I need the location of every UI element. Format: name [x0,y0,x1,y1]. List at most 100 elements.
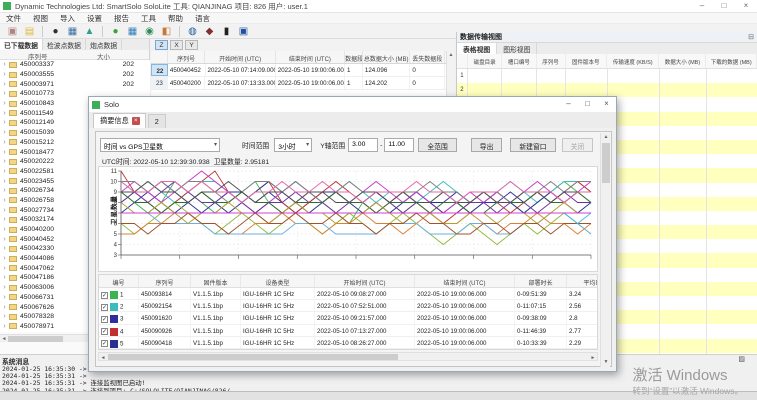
dialog-title-bar[interactable]: Solo – □ × [89,97,616,112]
expander-icon[interactable]: › [0,245,9,252]
device-row[interactable]: ✓4450090926V1.1.5.1bpIGU-16HR 1C 5Hz2022… [99,325,598,337]
time-range-select[interactable]: 3小时 [274,138,312,152]
expander-icon[interactable]: › [0,294,9,301]
y-max-input[interactable]: 11.00 [384,138,414,152]
expander-icon[interactable]: › [0,90,9,97]
hscroll-thumb[interactable] [108,354,398,360]
expander-icon[interactable]: › [0,274,9,281]
maximize-button[interactable]: □ [713,0,735,13]
device-icon[interactable]: ▣ [5,25,20,38]
menu-item-帮助[interactable]: 帮助 [162,13,189,24]
expander-icon[interactable]: › [0,207,9,214]
expander-icon[interactable]: › [0,100,9,107]
full-range-button[interactable]: 全范围 [418,138,456,152]
close-button[interactable]: × [735,0,757,13]
expander-icon[interactable]: › [0,265,9,272]
image-icon[interactable]: ◧ [159,25,174,38]
mouse-icon[interactable]: ◆ [202,25,217,38]
expander-icon[interactable]: › [0,197,9,204]
expander-icon[interactable]: › [0,236,9,243]
table-row[interactable]: 234500402002022-05-10 07:13:33.0002022-0… [151,77,455,90]
monitor-icon[interactable]: ● [108,25,123,38]
device-row[interactable]: ✓3450091620V1.1.5.1bpIGU-16HR 1C 5Hz2022… [99,312,598,324]
expander-icon[interactable]: › [0,139,9,146]
expander-icon[interactable]: › [0,149,9,156]
expander-icon[interactable]: › [0,129,9,136]
tree-item[interactable]: ›450003555202 [0,70,150,80]
menu-item-报告[interactable]: 报告 [108,13,135,24]
record-icon[interactable]: ● [48,25,63,38]
tree-item[interactable]: ›450003337202 [0,60,150,70]
transfer-row[interactable]: 1 [457,69,757,83]
expander-icon[interactable]: › [0,178,9,185]
checkbox[interactable]: ✓ [101,316,108,323]
summary-table-hscrollbar[interactable]: ◄ ► [98,352,598,361]
hscroll-left-icon[interactable]: ◄ [99,354,107,362]
dialog-minimize-button[interactable]: – [559,97,578,112]
dialog-close-button[interactable]: × [597,97,616,112]
expander-icon[interactable]: › [0,255,9,262]
info-icon[interactable]: ▣ [236,25,251,38]
tab-2[interactable]: 2 [148,114,166,128]
left-tab-检波点数据[interactable]: 检波点数据 [43,39,86,50]
expander-icon[interactable]: › [0,110,9,117]
component-tab-X[interactable]: X [170,40,183,50]
new-window-button[interactable]: 新建窗口 [510,138,555,152]
transfer-tab-图形视图[interactable]: 图形视图 [497,43,537,54]
left-tab-炮点数据[interactable]: 炮点数据 [86,39,122,50]
transfer-tab-表格视图[interactable]: 表格视图 [457,43,497,54]
phone-icon[interactable]: ▮ [219,25,234,38]
vscroll-up-icon[interactable]: ▲ [601,133,611,142]
menu-item-文件[interactable]: 文件 [0,13,27,24]
vscroll-down-icon[interactable]: ▼ [601,358,611,367]
table-row[interactable]: 224500404522022-05-10 07:14:09.0002022-0… [151,64,455,77]
vscroll-thumb[interactable] [602,143,610,183]
component-tab-Y[interactable]: Y [185,40,198,50]
menu-item-设置[interactable]: 设置 [81,13,108,24]
scroll-up-icon[interactable]: ▲ [447,51,455,59]
scroll-left-icon[interactable]: ◄ [0,335,8,343]
expander-icon[interactable]: › [0,323,9,330]
hscroll-right-icon[interactable]: ► [589,354,597,362]
expander-icon[interactable]: › [0,71,9,78]
device-row[interactable]: ✓1450093814V1.1.5.1bpIGU-16HR 1C 5Hz2022… [99,288,598,300]
expander-icon[interactable]: › [0,81,9,88]
expander-icon[interactable]: › [0,226,9,233]
left-tab-已下载数据[interactable]: 已下载数据 [0,39,43,50]
expander-icon[interactable]: › [0,304,9,311]
scroll-thumb[interactable] [8,336,63,342]
menu-item-导入[interactable]: 导入 [54,13,81,24]
export-button[interactable]: 导出 [471,138,503,152]
tab-summary-info[interactable]: 摘要信息 × [93,113,146,128]
expander-icon[interactable]: › [0,61,9,68]
tab-close-icon[interactable]: × [132,117,140,125]
expander-icon[interactable]: › [0,187,9,194]
component-tab-Z[interactable]: Z [155,40,168,50]
expander-icon[interactable]: › [0,158,9,165]
checkbox[interactable]: ✓ [101,304,108,311]
expander-icon[interactable]: › [0,216,9,223]
close-chart-button[interactable]: 关闭 [562,138,594,152]
table-icon[interactable]: ▦ [65,25,80,38]
device-row[interactable]: ✓2450092154V1.1.5.1bpIGU-16HR 1C 5Hz2022… [99,300,598,312]
y-min-input[interactable]: 3.00 [348,138,378,152]
tree-item[interactable]: ›450003971202 [0,79,150,89]
checkbox[interactable]: ✓ [101,328,108,335]
minimize-button[interactable]: – [691,0,713,13]
dialog-maximize-button[interactable]: □ [578,97,597,112]
screen-icon[interactable]: ▦ [125,25,140,38]
folder-icon[interactable]: ▤ [22,25,37,38]
network-icon[interactable]: ◍ [185,25,200,38]
dialog-vscrollbar[interactable]: ▲ ▼ [600,133,610,367]
expander-icon[interactable]: › [0,284,9,291]
menu-item-视图[interactable]: 视图 [27,13,54,24]
menu-item-语言[interactable]: 语言 [189,13,216,24]
row-number[interactable]: 23 [151,77,168,89]
expander-icon[interactable]: › [0,313,9,320]
series-select[interactable]: 时间 vs GPS卫星数 [100,138,220,152]
checkbox[interactable]: ✓ [101,340,108,347]
device-row[interactable]: ✓5450090418V1.1.5.1bpIGU-16HR 1C 5Hz2022… [99,337,598,349]
expander-icon[interactable]: › [0,119,9,126]
menu-item-工具[interactable]: 工具 [135,13,162,24]
chart-icon[interactable]: ▲ [82,25,97,38]
